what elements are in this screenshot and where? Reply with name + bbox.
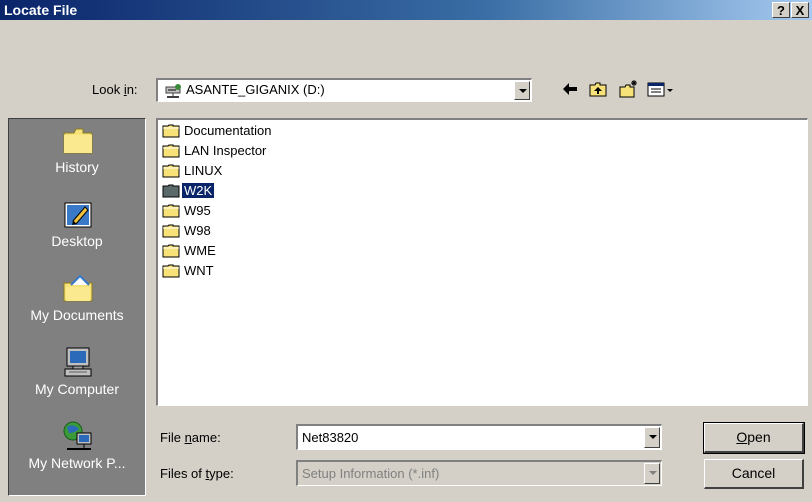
file-list[interactable]: Documentation LAN Inspector LINUX W2K W9…	[156, 118, 808, 406]
open-button[interactable]: Open	[703, 422, 805, 454]
place-label: My Documents	[30, 307, 124, 323]
file-name-label-pre: File	[160, 430, 185, 445]
open-button-accel: O	[736, 429, 748, 445]
place-my-computer[interactable]: My Computer	[9, 341, 145, 417]
folder-name: W2K	[180, 182, 216, 199]
look-in-label-post: n:	[126, 82, 138, 97]
file-name-label-accel: n	[184, 430, 192, 445]
folder-icon	[162, 244, 180, 258]
window-title: Locate File	[4, 2, 78, 18]
file-type-label-pre: Files of	[160, 466, 206, 481]
file-name-label-post: ame:	[191, 430, 221, 445]
network-drive-icon	[165, 84, 181, 98]
help-button[interactable]: ?	[772, 2, 790, 18]
back-icon[interactable]	[560, 79, 580, 99]
place-label: History	[55, 159, 99, 175]
title-bar: Locate File ? X	[0, 0, 812, 20]
file-type-label-post: ype:	[209, 466, 234, 481]
file-type-value: Setup Information (*.inf)	[302, 466, 440, 481]
cancel-button[interactable]: Cancel	[704, 459, 804, 489]
view-menu-icon[interactable]	[646, 79, 676, 99]
place-label: My Computer	[34, 381, 120, 397]
folder-icon	[162, 264, 180, 278]
folder-name: Documentation	[184, 123, 272, 138]
locate-file-dialog: Locate File ? X Look in: ASANTE_GIGANIX …	[0, 0, 812, 502]
my-network-places-icon	[63, 421, 92, 450]
file-name-combo[interactable]: Net83820	[296, 424, 662, 450]
place-my-network-places[interactable]: My Network P...	[9, 415, 145, 491]
place-history[interactable]: History	[9, 119, 145, 195]
file-type-label: Files of type:	[160, 466, 234, 481]
folder-name: W98	[184, 223, 211, 238]
folder-icon	[162, 184, 180, 198]
place-my-documents[interactable]: My Documents	[9, 267, 145, 343]
folder-icon	[162, 204, 180, 218]
folder-name: LINUX	[184, 163, 223, 178]
folder-name: W95	[184, 203, 211, 218]
folder-name: WNT	[184, 263, 214, 278]
look-in-dropdown-button[interactable]	[514, 81, 530, 100]
file-type-combo: Setup Information (*.inf)	[296, 460, 662, 486]
place-label: My Network P...	[28, 455, 126, 471]
look-in-value: ASANTE_GIGANIX (D:)	[186, 82, 325, 97]
file-name-dropdown-button[interactable]	[644, 427, 660, 448]
my-computer-icon	[64, 347, 92, 377]
folder-icon	[162, 144, 180, 158]
look-in-combo[interactable]: ASANTE_GIGANIX (D:)	[156, 78, 532, 102]
place-label: Desktop	[51, 233, 103, 249]
folder-icon	[162, 164, 180, 178]
up-one-level-icon[interactable]	[588, 79, 608, 99]
place-desktop[interactable]: Desktop	[9, 193, 145, 269]
file-name-input[interactable]: Net83820	[302, 430, 358, 445]
desktop-icon	[64, 202, 92, 228]
folder-icon	[162, 224, 180, 238]
history-icon	[63, 128, 93, 154]
look-in-label-pre: Look	[92, 82, 124, 97]
file-type-dropdown-button	[644, 463, 660, 484]
places-bar: History Desktop My Documents My Computer…	[8, 118, 146, 496]
close-button[interactable]: X	[791, 2, 809, 18]
new-folder-icon[interactable]	[618, 79, 638, 99]
file-name-label: File name:	[160, 430, 221, 445]
my-documents-icon	[63, 274, 93, 302]
open-button-rest: pen	[747, 429, 771, 445]
look-in-label: Look in:	[92, 82, 138, 97]
folder-name: LAN Inspector	[184, 143, 267, 158]
folder-name: WME	[184, 243, 216, 258]
folder-icon	[162, 124, 180, 138]
